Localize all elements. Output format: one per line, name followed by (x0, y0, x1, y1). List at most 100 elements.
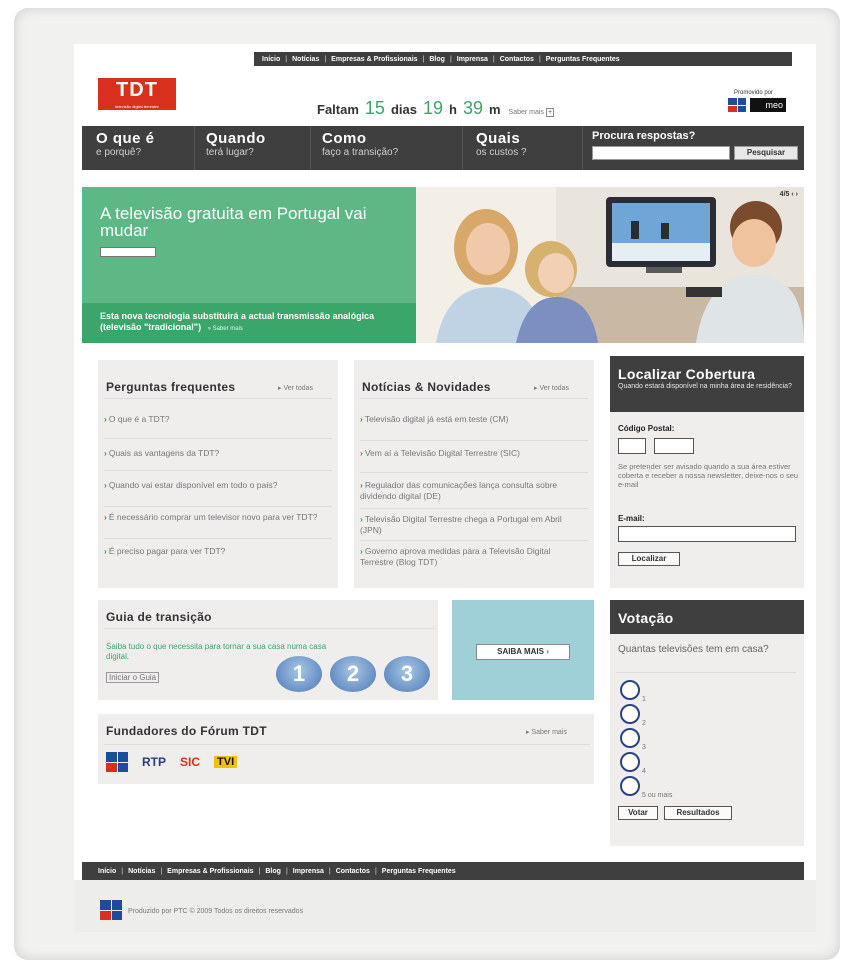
countdown: Faltam 15 dias 19 h 39 m Saber mais + (317, 98, 555, 119)
plus-icon[interactable]: + (545, 108, 555, 117)
bottom-nav-perguntas[interactable]: Perguntas Frequentes (382, 868, 456, 875)
top-nav-imprensa[interactable]: Imprensa (457, 56, 488, 63)
coverage-title: Localizar Cobertura (618, 366, 756, 382)
poll-option-label: 3 (642, 744, 646, 751)
poll-panel: Votação Quantas televisões tem em casa? … (610, 600, 804, 846)
saiba-mais-panel: SAIBA MAIS › (452, 600, 594, 700)
faq-item[interactable]: › Quais as vantagens da TDT? (104, 448, 324, 459)
top-nav-blog[interactable]: Blog (429, 56, 445, 63)
vote-button[interactable]: Votar (618, 806, 658, 820)
promoted-by-label: Promovido por (734, 90, 774, 96)
poll-option-radio[interactable] (620, 704, 640, 724)
hero-band: Esta nova tecnologia substituirá a actua… (82, 303, 416, 343)
guide-step-1[interactable]: 1 (276, 656, 322, 692)
rtp-logo[interactable]: RTP (142, 755, 166, 769)
countdown-minutes-label: m (488, 102, 501, 117)
nav-title: Quando (206, 130, 266, 147)
localizar-button[interactable]: Localizar (618, 552, 680, 566)
sic-logo[interactable]: SIC (180, 755, 200, 769)
poll-option-radio[interactable] (620, 776, 640, 796)
faq-see-all-link[interactable]: ▸ Ver todas (278, 384, 313, 392)
footer: Produzido por PTC © 2009 Todos os direit… (74, 880, 816, 932)
top-nav-noticias[interactable]: Notícias (292, 56, 319, 63)
family-tv-illustration (416, 187, 804, 343)
pt-founder-logo[interactable] (106, 752, 128, 772)
search-input[interactable] (592, 146, 730, 160)
nav-title: Como (322, 130, 367, 147)
hero-photo: 4/5 ‹ › (416, 187, 804, 343)
logo-subtitle: televisão digital terrestre (115, 104, 159, 109)
tdt-logo[interactable]: TDT televisão digital terrestre (98, 78, 176, 110)
bottom-nav-inicio[interactable]: Início (98, 868, 116, 875)
top-nav-inicio[interactable]: Início (262, 56, 280, 63)
news-item[interactable]: › Governo aprova medidas para a Televisão… (360, 546, 580, 568)
nav-subtitle: faço a transição? (322, 147, 399, 158)
guide-start-link[interactable]: Iniciar o Guia (106, 672, 160, 683)
faq-item[interactable]: › É necessário comprar um televisor novo … (104, 512, 324, 523)
poll-header: Votação (610, 600, 804, 634)
hero-title: A televisão gratuita em Portugal vai mud… (100, 204, 367, 240)
page: Início | Notícias | Empresas & Profissiona… (74, 44, 816, 932)
nav-title: O que é (96, 130, 155, 147)
top-nav-contactos[interactable]: Contactos (500, 56, 534, 63)
results-button[interactable]: Resultados (664, 806, 732, 820)
main-navigation: O que é e porquê? Quando terá lugar? Com… (82, 126, 804, 170)
nav-quais[interactable]: Quais os custos ? (476, 131, 527, 159)
email-label: E-mail: (618, 514, 645, 523)
poll-option-label: 5 ou mais (642, 792, 673, 799)
search-button[interactable]: Pesquisar (734, 146, 798, 160)
bottom-nav-blog[interactable]: Blog (265, 868, 281, 875)
countdown-prefix: Faltam (317, 102, 359, 117)
search-label: Procura respostas? (592, 130, 696, 142)
faq-panel: Perguntas frequentes ▸ Ver todas › O que … (98, 360, 338, 588)
faq-item[interactable]: › Quando vai estar disponível em todo o p… (104, 480, 324, 491)
poll-option-radio[interactable] (620, 680, 640, 700)
email-field[interactable] (618, 526, 796, 542)
founders-title: Fundadores do Fórum TDT (106, 724, 267, 738)
countdown-days-label: dias (390, 102, 417, 117)
logo-text: TDT (116, 79, 158, 101)
founders-more-link[interactable]: ▸ Saber mais (526, 728, 567, 736)
countdown-hours: 19 (422, 98, 443, 118)
nav-subtitle: e porquê? (96, 147, 142, 158)
countdown-more-link[interactable]: Saber mais (509, 109, 544, 116)
guide-step-2[interactable]: 2 (330, 656, 376, 692)
saiba-mais-button[interactable]: SAIBA MAIS › (476, 644, 570, 660)
faq-item[interactable]: › É preciso pagar para ver TDT? (104, 546, 324, 557)
news-item[interactable]: › Vem aí a Televisão Digital Terrestre (S… (360, 448, 580, 459)
coverage-header: Localizar Cobertura Quando estará dispon… (610, 356, 804, 412)
news-item[interactable]: › Televisão digital já está em teste (CM) (360, 414, 580, 425)
postal-code-input-1[interactable] (618, 438, 646, 454)
tvi-logo[interactable]: TVI (214, 756, 238, 768)
prev-slide-icon[interactable]: ‹ (791, 191, 793, 198)
nav-quando[interactable]: Quando terá lugar? (206, 131, 266, 159)
founders-logos: RTP SIC TVI (106, 752, 238, 772)
nav-como[interactable]: Como faço a transição? (322, 131, 398, 159)
pt-logo-icon[interactable] (728, 98, 746, 112)
top-nav-empresas[interactable]: Empresas & Profissionais (331, 56, 417, 63)
news-item[interactable]: › Televisão Digital Terrestre chega a Por… (360, 514, 580, 536)
hero-banner[interactable]: A televisão gratuita em Portugal vai mud… (82, 187, 416, 343)
bottom-nav-imprensa[interactable]: Imprensa (293, 868, 324, 875)
postal-code-input-2[interactable] (654, 438, 694, 454)
slide-counter-text: 4/5 (779, 191, 790, 198)
slide-counter[interactable]: 4/5 ‹ › (780, 191, 798, 198)
hero-more-link[interactable]: » Saber mais (208, 326, 243, 332)
news-item[interactable]: › Regulador das comunicações lança consul… (360, 480, 580, 502)
bottom-nav-empresas[interactable]: Empresas & Profissionais (167, 868, 253, 875)
top-nav-perguntas[interactable]: Perguntas Frequentes (546, 56, 620, 63)
meo-logo[interactable]: meo (750, 98, 786, 112)
faq-item[interactable]: › O que é a TDT? (104, 414, 324, 425)
bottom-nav-noticias[interactable]: Notícias (128, 868, 155, 875)
guide-step-3[interactable]: 3 (384, 656, 430, 692)
sponsor-logos: meo (728, 98, 786, 112)
coverage-subtitle: Quando estará disponível na minha área d… (618, 383, 792, 390)
pt-footer-logo[interactable] (100, 900, 122, 920)
bottom-navigation: Início | Notícias | Empresas & Profissiona… (82, 862, 804, 880)
poll-option-radio[interactable] (620, 752, 640, 772)
news-see-all-link[interactable]: ▸ Ver todas (534, 384, 569, 392)
bottom-nav-contactos[interactable]: Contactos (336, 868, 370, 875)
poll-option-radio[interactable] (620, 728, 640, 748)
next-slide-icon[interactable]: › (796, 191, 798, 198)
nav-o-que-e[interactable]: O que é e porquê? (96, 131, 155, 159)
